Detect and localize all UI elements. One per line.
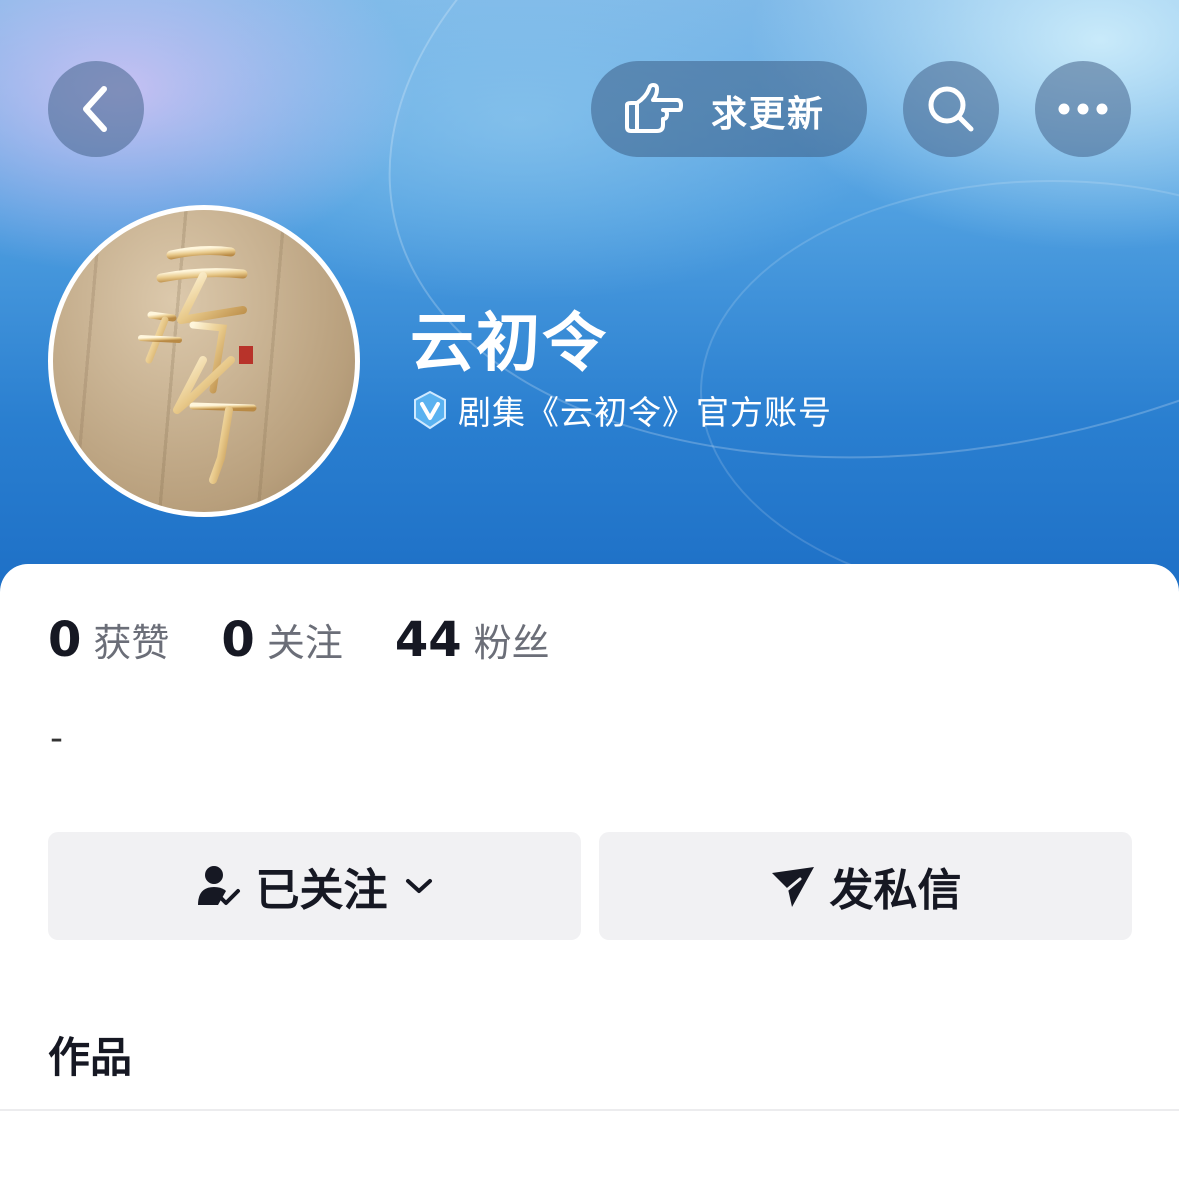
search-icon	[928, 86, 974, 132]
more-icon	[1058, 103, 1108, 115]
avatar-image	[53, 210, 355, 512]
stat-likes[interactable]: 0 获赞	[48, 612, 169, 668]
more-button[interactable]	[1035, 61, 1131, 157]
pointing-hand-icon	[625, 83, 683, 133]
tab-works[interactable]: 作品	[48, 1024, 132, 1085]
stat-following-label: 关注	[266, 621, 343, 665]
back-button[interactable]	[48, 61, 144, 157]
verification-row: 剧集《云初令》官方账号	[410, 386, 832, 434]
avatar[interactable]	[48, 205, 360, 517]
followed-button[interactable]: 已关注	[48, 832, 581, 940]
stats-row: 0 获赞 0 关注 44 粉丝	[48, 612, 550, 668]
avatar-calligraphy	[138, 246, 257, 484]
section-divider	[0, 1109, 1179, 1111]
profile-bio: -	[50, 718, 63, 759]
chevron-down-icon	[405, 879, 432, 893]
verified-badge-icon	[414, 390, 446, 430]
back-icon	[83, 86, 107, 132]
stat-followers-value: 44	[394, 612, 462, 668]
send-message-label: 发私信	[829, 865, 962, 916]
followed-label: 已关注	[255, 865, 388, 916]
verification-text: 剧集《云初令》官方账号	[458, 393, 832, 432]
stat-likes-value: 0	[48, 612, 82, 668]
stat-followers[interactable]: 44 粉丝	[395, 612, 550, 668]
followed-user-icon	[197, 866, 240, 905]
send-message-button[interactable]: 发私信	[599, 832, 1132, 940]
search-button[interactable]	[903, 61, 999, 157]
stat-likes-label: 获赞	[93, 621, 170, 665]
stat-followers-label: 粉丝	[473, 621, 550, 665]
profile-name: 云初令	[410, 307, 608, 381]
stat-following[interactable]: 0 关注	[221, 612, 342, 668]
request-update-label: 求更新	[711, 94, 826, 135]
stat-following-value: 0	[221, 612, 255, 668]
request-update-button[interactable]: 求更新	[591, 61, 867, 157]
send-icon	[771, 867, 814, 907]
